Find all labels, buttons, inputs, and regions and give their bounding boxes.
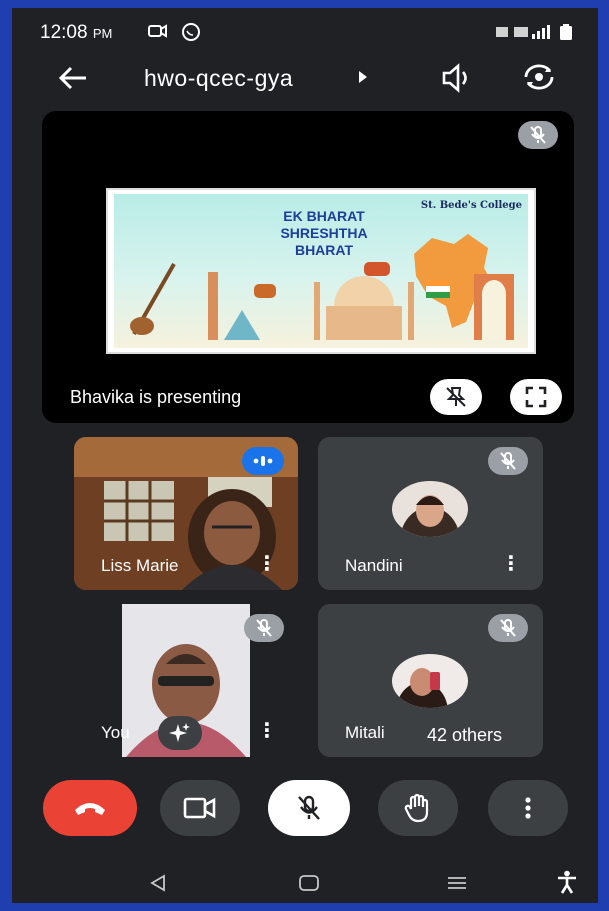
speaking-indicator-icon bbox=[242, 447, 284, 475]
avatar bbox=[392, 654, 468, 708]
participant-tile[interactable]: Nandini ⋮ bbox=[318, 437, 543, 590]
presenting-label: Bhavika is presenting bbox=[70, 387, 242, 407]
more-options-button[interactable] bbox=[488, 780, 568, 836]
participant-name: Liss Marie bbox=[101, 556, 179, 575]
shared-slide: EK BHARAT SHRESHTHA BHARAT St. Bede's Co… bbox=[106, 188, 536, 354]
participant-name: You bbox=[101, 723, 130, 742]
signal-battery-icons bbox=[496, 22, 576, 45]
mic-off-icon bbox=[488, 447, 528, 475]
accessibility-icon[interactable] bbox=[556, 870, 578, 899]
mic-off-icon bbox=[488, 614, 528, 642]
more-options-icon[interactable]: ⋮ bbox=[501, 554, 521, 574]
mic-off-icon bbox=[298, 795, 320, 820]
self-view-tile[interactable]: You ⋮ bbox=[74, 604, 298, 757]
others-count-pill[interactable]: 42 others bbox=[396, 717, 533, 753]
participant-tile[interactable]: Liss Marie ⋮ bbox=[74, 437, 298, 590]
raise-hand-button[interactable] bbox=[378, 780, 458, 836]
effects-sparkle-icon[interactable] bbox=[158, 716, 202, 750]
signal-icon bbox=[496, 24, 572, 40]
switch-camera-icon[interactable] bbox=[520, 61, 558, 98]
hand-icon bbox=[404, 793, 429, 823]
slide-illustration bbox=[130, 234, 514, 340]
avatar bbox=[392, 481, 468, 537]
more-options-icon[interactable]: ⋮ bbox=[257, 721, 277, 741]
participant-name: Nandini bbox=[345, 556, 403, 575]
meet-screen: 12:08 PM hwo-qcec-gya EK BHARAT SHRESHTH… bbox=[12, 8, 598, 903]
video-camera-icon bbox=[183, 797, 216, 819]
hang-up-icon bbox=[75, 803, 105, 815]
back-arrow-icon[interactable] bbox=[58, 65, 88, 97]
participant-name: Mitali bbox=[345, 723, 385, 742]
nav-recents-icon[interactable] bbox=[446, 876, 468, 895]
mic-toggle-button[interactable] bbox=[268, 780, 350, 836]
camera-toggle-button[interactable] bbox=[160, 780, 240, 836]
speaker-icon[interactable] bbox=[440, 63, 474, 98]
nav-home-icon[interactable] bbox=[298, 874, 320, 897]
unpin-icon[interactable] bbox=[430, 379, 482, 415]
caret-right-icon[interactable] bbox=[358, 70, 368, 87]
end-call-button[interactable] bbox=[43, 780, 137, 836]
presentation-tile[interactable]: EK BHARAT SHRESHTHA BHARAT St. Bede's Co… bbox=[42, 111, 574, 423]
more-options-icon[interactable]: ⋮ bbox=[257, 554, 277, 574]
nav-back-icon[interactable] bbox=[148, 874, 168, 897]
notification-icons bbox=[148, 23, 200, 41]
status-time: 12:08 PM bbox=[40, 22, 113, 43]
status-app-icons bbox=[147, 22, 209, 47]
mic-off-icon bbox=[518, 121, 558, 149]
meeting-code[interactable]: hwo-qcec-gya bbox=[144, 65, 293, 92]
more-vert-icon bbox=[525, 797, 531, 819]
mic-off-icon bbox=[244, 614, 284, 642]
fullscreen-icon[interactable] bbox=[510, 379, 562, 415]
